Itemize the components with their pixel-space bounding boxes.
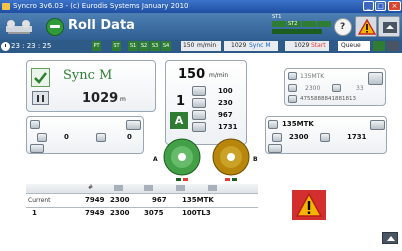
status-time: 23 : 23 : 25 <box>11 42 52 50</box>
sync-title: Sync M <box>63 68 113 83</box>
speed-unit: m/min <box>209 72 229 79</box>
window-title-bar: Syncro 3v6.03 - (c) Eurodis Systems Janu… <box>0 0 402 13</box>
indicator-s1: S1 <box>128 41 138 51</box>
speed-v4: 1731 <box>218 123 238 131</box>
indicator-pt: PT <box>92 41 101 51</box>
table-row[interactable]: 1 7949 2300 3075 100TL3 <box>26 208 258 220</box>
led-st2: ST2 <box>287 21 301 27</box>
indicator-s3: S3 <box>150 41 160 51</box>
next-roll-code: 135MTK <box>300 73 325 80</box>
table-header <box>26 184 258 193</box>
right-edit-button[interactable] <box>370 120 385 130</box>
col-width-icon <box>114 185 123 191</box>
diameter-icon[interactable] <box>192 98 206 108</box>
indicator-st: ST <box>112 41 121 51</box>
left-val2: 0 <box>127 133 132 141</box>
queue-button[interactable]: Queue <box>338 41 370 51</box>
alarm-warning-button[interactable] <box>292 190 326 220</box>
reel-a-led-1 <box>176 178 181 181</box>
clock-icon <box>1 42 10 51</box>
edit-roll-button[interactable] <box>368 72 383 85</box>
up-arrow-icon <box>387 236 395 241</box>
right-roll-code: 135MTK <box>282 120 314 128</box>
speed-v2: 230 <box>218 99 233 107</box>
window-title: Syncro 3v6.03 - (c) Eurodis Systems Janu… <box>13 2 189 10</box>
col-header-index: # <box>88 184 94 191</box>
status-speed: 150 m/min <box>181 41 221 51</box>
sync-check-icon <box>31 68 50 87</box>
right-val1: 2300 <box>289 133 309 141</box>
left-weight-icon <box>96 133 106 142</box>
barcode-icon <box>288 95 297 103</box>
length-icon[interactable] <box>192 86 206 96</box>
alarm-button[interactable] <box>355 16 377 37</box>
reel-b-icon[interactable] <box>212 138 250 176</box>
right-width-icon <box>272 133 282 142</box>
table-divider <box>26 193 258 194</box>
status-start: 1029 Start <box>285 41 329 51</box>
reel-a-led-2 <box>183 178 188 181</box>
roll-data-icon <box>46 18 64 36</box>
warning-icon <box>358 19 376 35</box>
col-code-icon <box>208 185 217 191</box>
led-st3 <box>302 21 316 27</box>
left-barcode-button[interactable] <box>30 144 44 153</box>
led-st4 <box>317 21 331 27</box>
sync-value: 1029 <box>82 91 119 106</box>
roll-icon <box>288 72 297 80</box>
right-weight-icon <box>320 133 330 142</box>
col-weight-icon <box>144 185 153 191</box>
roll-letter-badge: A <box>170 112 188 129</box>
indicator-s2: S2 <box>139 41 149 51</box>
app-icon <box>2 3 10 10</box>
reel-a-icon[interactable] <box>163 138 201 176</box>
speed-v1: 100 <box>218 87 233 95</box>
roll-number: 1 <box>176 94 186 109</box>
roll-history-table: # Current 7949 2300 967 135MTK 1 7949 23… <box>26 184 258 220</box>
queue-menu-icon[interactable] <box>387 41 399 51</box>
reel-b-led-1 <box>225 178 230 181</box>
reel-b-led-2 <box>232 178 237 181</box>
left-width-icon <box>37 133 47 142</box>
minimize-button[interactable]: _ <box>363 1 374 11</box>
sync-unit: m <box>120 96 126 103</box>
left-roll-icon <box>30 120 40 129</box>
reel-a-label: A <box>153 156 158 163</box>
right-barcode-button[interactable] <box>268 144 282 153</box>
speed-value: 150 <box>178 67 206 82</box>
right-roll-icon <box>268 120 278 129</box>
table-row[interactable]: Current 7949 2300 967 135MTK <box>26 195 258 207</box>
col-length-icon <box>176 185 185 191</box>
machine-logo-icon <box>4 16 34 36</box>
exit-button[interactable] <box>378 16 400 37</box>
status-sync: 1029 Sync M <box>224 41 278 51</box>
next-roll-val2: 33 <box>356 85 364 92</box>
queue-status-led <box>373 41 385 51</box>
help-button[interactable]: ? <box>334 18 352 36</box>
exit-icon <box>383 22 397 33</box>
right-val2: 1731 <box>347 133 367 141</box>
close-button[interactable]: × <box>388 1 401 11</box>
reel-b-label: B <box>253 156 258 163</box>
led-st1 <box>272 21 286 27</box>
large-warning-icon <box>295 192 323 217</box>
speed-v3: 967 <box>218 111 233 119</box>
maximize-button[interactable]: □ <box>375 1 386 11</box>
sync-toggle-button[interactable] <box>32 91 49 105</box>
page-title: Roll Data <box>68 18 135 33</box>
counter-icon[interactable] <box>192 122 206 132</box>
next-roll-val1: 2300 <box>305 85 321 92</box>
next-roll-barcode: 4755888841881813 <box>300 96 356 102</box>
weight-small-icon <box>332 84 341 92</box>
weight-icon[interactable] <box>192 110 206 120</box>
bottom-exit-button[interactable] <box>382 232 398 244</box>
left-val1: 0 <box>64 133 69 141</box>
indicator-s4: S4 <box>161 41 171 51</box>
led-st1-label: ST1 <box>272 14 282 20</box>
led-bar <box>272 29 322 34</box>
width-icon <box>288 84 297 92</box>
left-edit-button[interactable] <box>126 120 141 130</box>
